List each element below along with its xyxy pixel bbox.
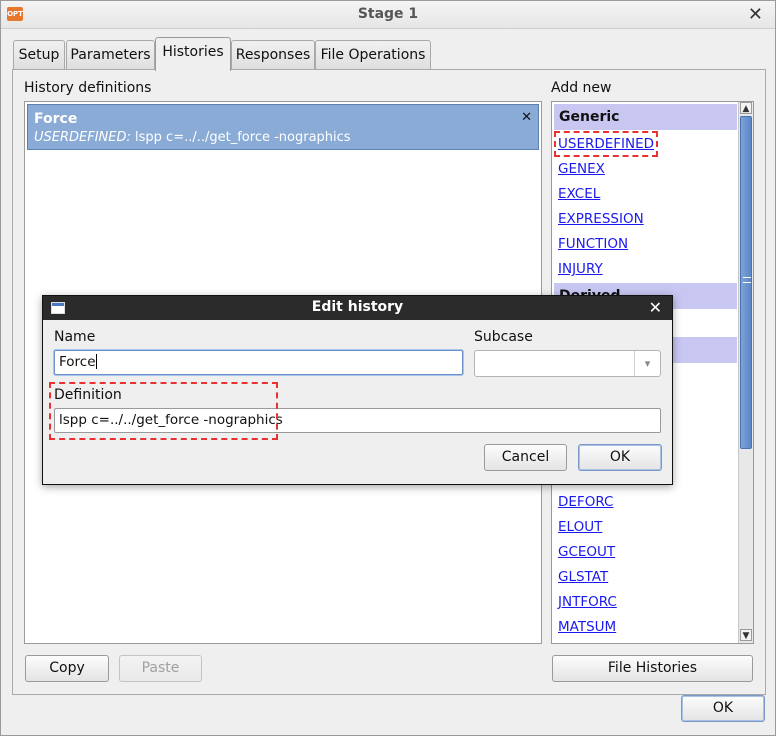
history-name: Force bbox=[34, 111, 78, 127]
history-type: USERDEFINED: bbox=[34, 130, 131, 145]
dialog-titlebar: Edit history ✕ bbox=[43, 296, 672, 320]
edit-history-dialog: Edit history ✕ Name Force Subcase ▾ Defi… bbox=[42, 295, 673, 485]
add-new-scrollbar[interactable]: ▲ ▼ bbox=[738, 102, 753, 643]
tab-histories[interactable]: Histories bbox=[155, 37, 231, 71]
add-excel-link[interactable]: EXCEL bbox=[558, 186, 600, 202]
copy-button[interactable]: Copy bbox=[25, 655, 109, 682]
tab-parameters[interactable]: Parameters bbox=[66, 40, 155, 70]
group-header-generic: Generic bbox=[554, 104, 737, 130]
dialog-title: Edit history bbox=[311, 299, 404, 315]
text-caret bbox=[95, 354, 97, 369]
scrollbar-thumb[interactable] bbox=[740, 116, 752, 449]
paste-button[interactable]: Paste bbox=[119, 655, 202, 682]
definition-field[interactable]: lspp c=../../get_force -nographics bbox=[54, 408, 661, 433]
add-matsum-link[interactable]: MATSUM bbox=[558, 619, 616, 635]
dialog-close-icon[interactable]: ✕ bbox=[649, 298, 662, 317]
name-value: Force bbox=[59, 354, 96, 370]
window-titlebar: OPT Stage 1 ✕ bbox=[1, 1, 775, 29]
add-injury-link[interactable]: INJURY bbox=[558, 261, 603, 277]
add-elout-link[interactable]: ELOUT bbox=[558, 519, 602, 535]
add-function-link[interactable]: FUNCTION bbox=[558, 236, 628, 252]
scroll-down-icon[interactable]: ▼ bbox=[740, 629, 752, 641]
add-genex-link[interactable]: GENEX bbox=[558, 161, 605, 177]
add-expression-link[interactable]: EXPRESSION bbox=[558, 211, 644, 227]
chevron-down-icon: ▾ bbox=[634, 351, 660, 376]
cancel-button[interactable]: Cancel bbox=[484, 444, 567, 471]
ok-button[interactable]: OK bbox=[681, 695, 765, 722]
name-label: Name bbox=[54, 329, 96, 345]
window-title: Stage 1 bbox=[357, 6, 419, 22]
file-histories-button[interactable]: File Histories bbox=[552, 655, 753, 682]
grip-icon bbox=[743, 277, 751, 283]
tab-responses[interactable]: Responses bbox=[231, 40, 315, 70]
history-item-force[interactable]: Force USERDEFINED: lspp c=../../get_forc… bbox=[27, 104, 539, 150]
name-field[interactable]: Force bbox=[54, 350, 463, 375]
tab-file-operations[interactable]: File Operations bbox=[315, 40, 431, 70]
scroll-up-icon[interactable]: ▲ bbox=[740, 102, 752, 114]
history-command: lspp c=../../get_force -nographics bbox=[135, 130, 351, 145]
dialog-ok-button[interactable]: OK bbox=[578, 444, 662, 471]
history-definitions-heading: History definitions bbox=[24, 80, 152, 96]
definition-label: Definition bbox=[54, 387, 122, 403]
subcase-label: Subcase bbox=[474, 329, 533, 345]
tab-setup[interactable]: Setup bbox=[13, 40, 65, 70]
add-deforc-link[interactable]: DEFORC bbox=[558, 494, 613, 510]
remove-history-icon[interactable]: ✕ bbox=[521, 110, 532, 125]
subcase-select[interactable]: ▾ bbox=[474, 350, 661, 377]
close-icon[interactable]: ✕ bbox=[748, 4, 763, 25]
history-definition: USERDEFINED: lspp c=../../get_force -nog… bbox=[34, 130, 351, 145]
add-new-heading: Add new bbox=[551, 80, 612, 96]
add-jntforc-link[interactable]: JNTFORC bbox=[558, 594, 617, 610]
add-userdefined-link[interactable]: USERDEFINED bbox=[558, 136, 654, 152]
add-glstat-link[interactable]: GLSTAT bbox=[558, 569, 608, 585]
add-gceout-link[interactable]: GCEOUT bbox=[558, 544, 615, 560]
